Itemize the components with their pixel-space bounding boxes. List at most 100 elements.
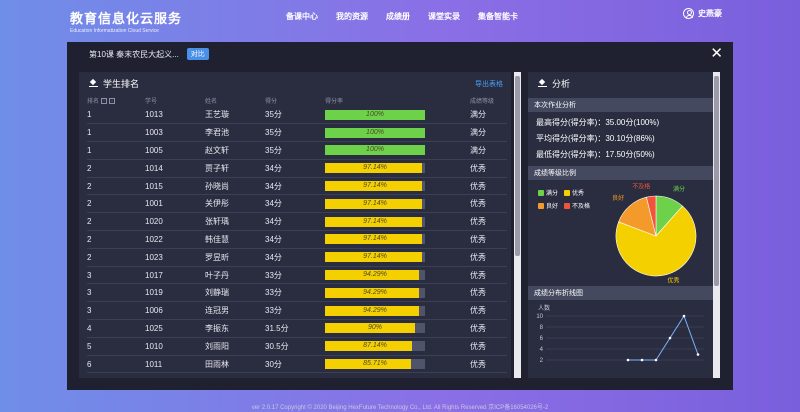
data-point[interactable] xyxy=(696,353,700,356)
nav-item-gradebook[interactable]: 成绩册 xyxy=(386,11,410,22)
data-point[interactable] xyxy=(668,336,672,340)
export-table-link[interactable]: 导出表格 xyxy=(475,79,503,89)
y-tick-label: 6 xyxy=(540,336,544,342)
data-point[interactable] xyxy=(654,358,658,362)
y-tick-label: 4 xyxy=(540,347,544,353)
rate-cell: 100% xyxy=(325,123,470,143)
sort-down-icon[interactable]: ↓ xyxy=(109,97,116,104)
student-id-cell: 1015 xyxy=(145,177,205,196)
nav-item-my-resources[interactable]: 我的资源 xyxy=(336,11,368,22)
analysis-modal: 第10课 秦末农民大起义... 对比 ✕ 学生排名 导出表格 排名 ↑ ↓ 学号 姓… xyxy=(67,42,733,390)
table-row: 1 1005 赵文轩 35分 100% 满分 xyxy=(87,141,507,160)
pie-slice-label: 满分 xyxy=(673,185,685,193)
rank-cell: 2 xyxy=(87,248,145,267)
grade-cell: 优秀 xyxy=(470,159,507,178)
data-point[interactable] xyxy=(640,358,644,362)
contrast-button[interactable]: 对比 xyxy=(186,48,209,60)
score-cell: 31.5分 xyxy=(265,319,325,338)
rank-cell: 1 xyxy=(87,106,145,125)
col-name: 姓名 xyxy=(205,98,218,105)
rate-label: 94.29% xyxy=(363,271,387,279)
rate-cell: 94.29% xyxy=(325,283,470,303)
stat-avg: 平均得分(得分率)：30.10分(86%) xyxy=(536,134,655,143)
grade-cell: 优秀 xyxy=(470,212,507,232)
pie-section-head: 成绩等级比例 xyxy=(528,166,720,180)
rate-label: 97.14% xyxy=(363,199,387,207)
student-id-cell: 1011 xyxy=(145,355,205,374)
layers-icon xyxy=(538,79,547,88)
rate-bar: 90% xyxy=(325,323,425,334)
student-id-cell: 1005 xyxy=(145,141,205,160)
student-id-cell: 1001 xyxy=(145,194,205,214)
rate-bar: 87.14% xyxy=(325,341,425,352)
data-point[interactable] xyxy=(682,314,686,318)
modal-header: 第10课 秦末农民大起义... 对比 xyxy=(67,42,733,66)
analysis-scroll-thumb[interactable] xyxy=(714,76,719,286)
rate-bar: 94.29% xyxy=(325,270,425,281)
score-cell: 35分 xyxy=(265,141,325,160)
rate-label: 100% xyxy=(366,128,384,136)
nav-item-class-recording[interactable]: 课堂实录 xyxy=(428,11,460,22)
user-name: 史燕豪 xyxy=(698,9,722,18)
score-cell: 33分 xyxy=(265,301,325,321)
rank-cell: 3 xyxy=(87,266,145,285)
layers-icon xyxy=(89,79,98,88)
analysis-title: 分析 xyxy=(552,78,571,89)
ranking-panel: 学生排名 导出表格 排名 ↑ ↓ 学号 姓名 得分 得分率 成绩等级 1 1013 王艺… xyxy=(79,72,511,378)
rate-label: 97.14% xyxy=(363,217,387,225)
grade-cell: 优秀 xyxy=(470,177,507,196)
sort-up-icon[interactable]: ↑ xyxy=(101,97,108,104)
table-row: 3 1006 连冠男 33分 94.29% 优秀 xyxy=(87,301,507,321)
student-name-cell: 叶子丹 xyxy=(205,266,265,285)
rate-label: 97.14% xyxy=(363,182,387,190)
student-name-cell: 罗昱昕 xyxy=(205,248,265,267)
footer-copyright: ver 2.0.17 Copyright © 2020 Beijing HexF… xyxy=(251,405,549,411)
score-cell: 33分 xyxy=(265,283,325,303)
score-cell: 34分 xyxy=(265,177,325,196)
col-rank[interactable]: 排名 ↑ ↓ xyxy=(87,94,145,106)
grade-cell: 满分 xyxy=(470,106,507,125)
rate-cell: 97.14% xyxy=(325,159,470,178)
data-point[interactable] xyxy=(626,358,630,362)
rank-cell: 2 xyxy=(87,230,145,249)
user-menu[interactable]: 史燕豪 xyxy=(683,8,722,19)
col-score: 得分 xyxy=(265,98,278,105)
grade-cell: 优秀 xyxy=(470,319,507,338)
rate-label: 85.71% xyxy=(363,360,387,368)
score-cell: 34分 xyxy=(265,230,325,249)
user-avatar-icon xyxy=(683,8,694,19)
student-id-cell: 1017 xyxy=(145,266,205,285)
score-cell: 34分 xyxy=(265,212,325,232)
y-tick-label: 8 xyxy=(540,325,544,331)
analysis-scrollbar[interactable] xyxy=(713,72,720,378)
student-name-cell: 关伊彤 xyxy=(205,194,265,214)
rank-cell: 3 xyxy=(87,283,145,303)
rate-label: 90% xyxy=(367,324,382,332)
student-name-cell: 孙晓尚 xyxy=(205,177,265,196)
stat-min: 最低得分(得分率)：17.50分(50%) xyxy=(536,150,655,159)
student-id-cell: 1019 xyxy=(145,283,205,303)
rate-bar: 100% xyxy=(325,145,425,156)
brand-logo[interactable]: 教育信息化云服务 Education Informatization Cloud… xyxy=(70,8,182,34)
ranking-scrollbar[interactable] xyxy=(514,72,521,378)
student-id-cell: 1020 xyxy=(145,212,205,232)
student-name-cell: 张轩瑀 xyxy=(205,212,265,232)
student-name-cell: 李君池 xyxy=(205,123,265,143)
table-row: 2 1014 贾子轩 34分 97.14% 优秀 xyxy=(87,159,507,178)
student-name-cell: 田雨林 xyxy=(205,355,265,374)
rank-cell: 2 xyxy=(87,212,145,232)
nav-item-group-card[interactable]: 集备智能卡 xyxy=(478,11,518,22)
line-chart: 人数 10 8 6 4 2 xyxy=(536,304,704,364)
nav-item-lesson-prep[interactable]: 备课中心 xyxy=(286,11,318,22)
ranking-scroll-thumb[interactable] xyxy=(515,76,520,256)
main-nav: 备课中心 我的资源 成绩册 课堂实录 集备智能卡 xyxy=(286,11,518,22)
col-rate: 得分率 xyxy=(325,98,344,105)
close-icon[interactable]: ✕ xyxy=(710,46,723,61)
rate-cell: 97.14% xyxy=(325,230,470,249)
col-grade: 成绩等级 xyxy=(470,98,495,105)
table-row: 3 1017 叶子丹 33分 94.29% 优秀 xyxy=(87,266,507,285)
student-name-cell: 刘静瑞 xyxy=(205,283,265,303)
brand-subtitle: Education Informatization Cloud Service xyxy=(70,28,159,34)
rate-label: 97.14% xyxy=(363,164,387,172)
rank-cell: 6 xyxy=(87,355,145,374)
